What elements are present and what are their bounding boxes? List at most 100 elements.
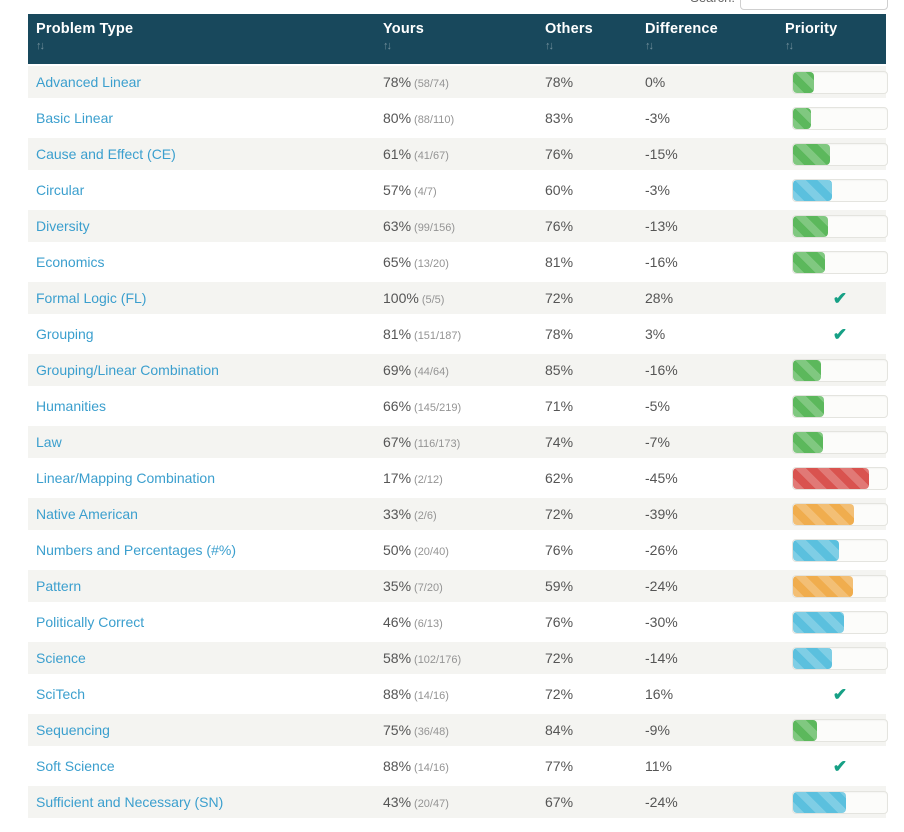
yours-percent: 50% [383,542,411,558]
problem-type-link[interactable]: Pattern [36,578,81,594]
others-percent: 60% [545,182,573,198]
difference-percent: -30% [645,614,678,630]
difference-percent: 28% [645,290,673,306]
problem-type-link[interactable]: Grouping/Linear Combination [36,362,219,378]
priority-bar [792,575,888,598]
others-percent: 76% [545,146,573,162]
difference-percent: -24% [645,794,678,810]
others-percent: 72% [545,650,573,666]
priority-bar-fill [793,468,869,489]
column-header-problem-type[interactable]: Problem Type ↑↓ [28,14,375,64]
problem-type-link[interactable]: Cause and Effect (CE) [36,146,176,162]
table-row: Numbers and Percentages (#%) 50%(20/40) … [28,532,886,568]
problem-type-cell: Sufficient and Necessary (SN) [28,794,375,810]
table-row: Politically Correct 46%(6/13) 76% -30% [28,604,886,640]
yours-percent: 61% [383,146,411,162]
column-header-priority[interactable]: Priority ↑↓ [777,14,886,64]
problem-type-cell: Formal Logic (FL) [28,290,375,306]
difference-cell: -3% [637,182,777,198]
table-row: Soft Science 88%(14/16) 77% 11% ✔ [28,748,886,784]
problem-type-link[interactable]: Law [36,434,62,450]
others-percent: 72% [545,686,573,702]
yours-cell: 33%(2/6) [375,506,537,522]
priority-cell [777,71,886,94]
problem-type-link[interactable]: Humanities [36,398,106,414]
yours-percent: 66% [383,398,411,414]
yours-cell: 43%(20/47) [375,794,537,810]
yours-cell: 80%(88/110) [375,110,537,126]
table-row: Basic Linear 80%(88/110) 83% -3% [28,100,886,136]
problem-type-link[interactable]: SciTech [36,686,85,702]
priority-bar [792,215,888,238]
priority-bar-fill [793,216,828,237]
difference-percent: -3% [645,182,670,198]
priority-cell [777,503,886,526]
problem-type-link[interactable]: Numbers and Percentages (#%) [36,542,236,558]
table-row: Formal Logic (FL) 100%(5/5) 72% 28% ✔ [28,280,886,316]
others-cell: 83% [537,110,637,126]
others-percent: 77% [545,758,573,774]
yours-fraction: (36/48) [414,726,449,738]
problem-type-link[interactable]: Science [36,650,86,666]
problem-type-cell: Diversity [28,218,375,234]
column-label: Problem Type [36,21,375,37]
yours-cell: 58%(102/176) [375,650,537,666]
difference-percent: -16% [645,254,678,270]
others-cell: 78% [537,74,637,90]
problem-type-link[interactable]: Sequencing [36,722,110,738]
problem-type-link[interactable]: Linear/Mapping Combination [36,470,215,486]
priority-bar-fill [793,252,825,273]
search-label: Search: [690,0,735,5]
problem-type-link[interactable]: Basic Linear [36,110,113,126]
column-header-difference[interactable]: Difference ↑↓ [637,14,777,64]
difference-cell: -3% [637,110,777,126]
problem-type-cell: Advanced Linear [28,74,375,90]
problem-type-link[interactable]: Economics [36,254,104,270]
priority-check-icon: ✔ [833,287,847,310]
difference-cell: -14% [637,650,777,666]
yours-fraction: (58/74) [414,78,449,90]
priority-bar [792,719,888,742]
yours-fraction: (20/47) [414,798,449,810]
priority-bar-fill [793,144,830,165]
others-cell: 76% [537,218,637,234]
others-cell: 59% [537,578,637,594]
yours-percent: 67% [383,434,411,450]
priority-bar-fill [793,540,839,561]
table-row: Linear/Mapping Combination 17%(2/12) 62%… [28,460,886,496]
search-input[interactable] [740,0,888,10]
difference-percent: -14% [645,650,678,666]
problem-type-link[interactable]: Circular [36,182,84,198]
others-percent: 62% [545,470,573,486]
priority-cell [777,647,886,670]
priority-cell [777,251,886,274]
priority-bar [792,107,888,130]
yours-percent: 78% [383,74,411,90]
problem-type-cell: Grouping [28,326,375,342]
yours-fraction: (99/156) [414,222,455,234]
problem-type-link[interactable]: Politically Correct [36,614,144,630]
yours-fraction: (7/20) [414,582,443,594]
priority-bar-fill [793,72,814,93]
table-header: Problem Type ↑↓ Yours ↑↓ Others ↑↓ Diffe… [28,14,886,64]
priority-cell [777,179,886,202]
difference-cell: -24% [637,794,777,810]
problem-type-link[interactable]: Sufficient and Necessary (SN) [36,794,223,810]
table-row: Circular 57%(4/7) 60% -3% [28,172,886,208]
yours-fraction: (14/16) [414,762,449,774]
problem-type-cell: Economics [28,254,375,270]
column-header-others[interactable]: Others ↑↓ [537,14,637,64]
problem-type-link[interactable]: Native American [36,506,138,522]
problem-type-link[interactable]: Diversity [36,218,90,234]
problem-type-link[interactable]: Advanced Linear [36,74,141,90]
table-row: Cause and Effect (CE) 61%(41/67) 76% -15… [28,136,886,172]
others-cell: 67% [537,794,637,810]
yours-percent: 80% [383,110,411,126]
others-percent: 72% [545,290,573,306]
column-header-yours[interactable]: Yours ↑↓ [375,14,537,64]
problem-type-link[interactable]: Grouping [36,326,94,342]
problem-type-link[interactable]: Formal Logic (FL) [36,290,146,306]
problem-type-link[interactable]: Soft Science [36,758,115,774]
others-cell: 76% [537,614,637,630]
others-cell: 62% [537,470,637,486]
